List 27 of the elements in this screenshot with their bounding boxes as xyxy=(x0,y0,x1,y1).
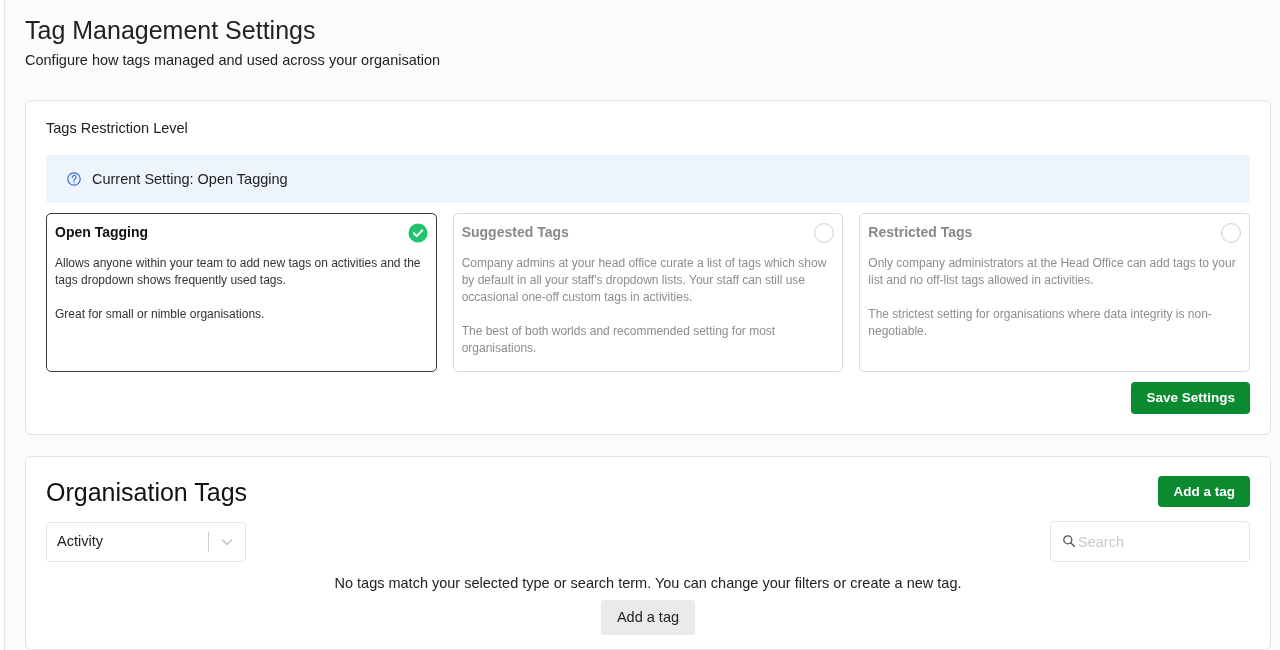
type-dropdown[interactable]: Activity xyxy=(46,521,246,562)
current-setting-text: Current Setting: Open Tagging xyxy=(92,170,288,188)
section-title: Organisation Tags xyxy=(46,476,248,507)
option-description: The best of both worlds and recommended setting for most organisations. xyxy=(461,323,777,357)
check-icon xyxy=(407,223,428,243)
add-tag-button[interactable]: Add a tag xyxy=(600,600,696,635)
empty-state-message: No tags match your selected type or search term. You can change your filters or create a new tag. xyxy=(334,575,962,592)
option-title: Restricted Tags xyxy=(868,224,973,241)
option-card[interactable] xyxy=(452,213,844,372)
page-subtitle: Configure how tags managed and used across your organisation xyxy=(25,52,441,69)
option-card[interactable] xyxy=(859,213,1250,372)
search-icon xyxy=(1063,535,1075,547)
section-heading: Tags Restriction Level xyxy=(46,120,188,137)
option-title: Suggested Tags xyxy=(461,224,569,241)
page-title: Tag Management Settings xyxy=(25,16,317,44)
option-description: Great for small or nimble organisations. xyxy=(55,306,266,323)
option-card[interactable]: Open Tagging Allows anyone within your team to add new tags on activities and the tags dropdown shows frequently used tags. Great for small or nimble organisations. xyxy=(46,213,437,372)
radio-circle-icon xyxy=(814,223,835,243)
option-description: Only company administrators at the Head Office can add tags to your list and no off-list tags allowed in activities. xyxy=(868,255,1237,289)
option-description: Allows anyone within your team to add new tags on activities and the tags dropdown shows frequently used tags. xyxy=(55,255,422,289)
option-title: Open Tagging xyxy=(55,224,149,241)
option-description: Company admins at your head office curate a list of tags which show by default in all your staff's dropdown lists. Your staff can still use occasional one-off custom tags in activities. xyxy=(461,255,828,306)
option-description: The strictest setting for organisations where data integrity is non-negotiable. xyxy=(868,306,1213,340)
add-tag-button[interactable]: Add a tag xyxy=(1158,476,1250,507)
help-icon xyxy=(67,172,81,186)
radio-circle-icon xyxy=(1221,223,1241,243)
save-settings-button[interactable]: Save Settings xyxy=(1131,382,1250,414)
